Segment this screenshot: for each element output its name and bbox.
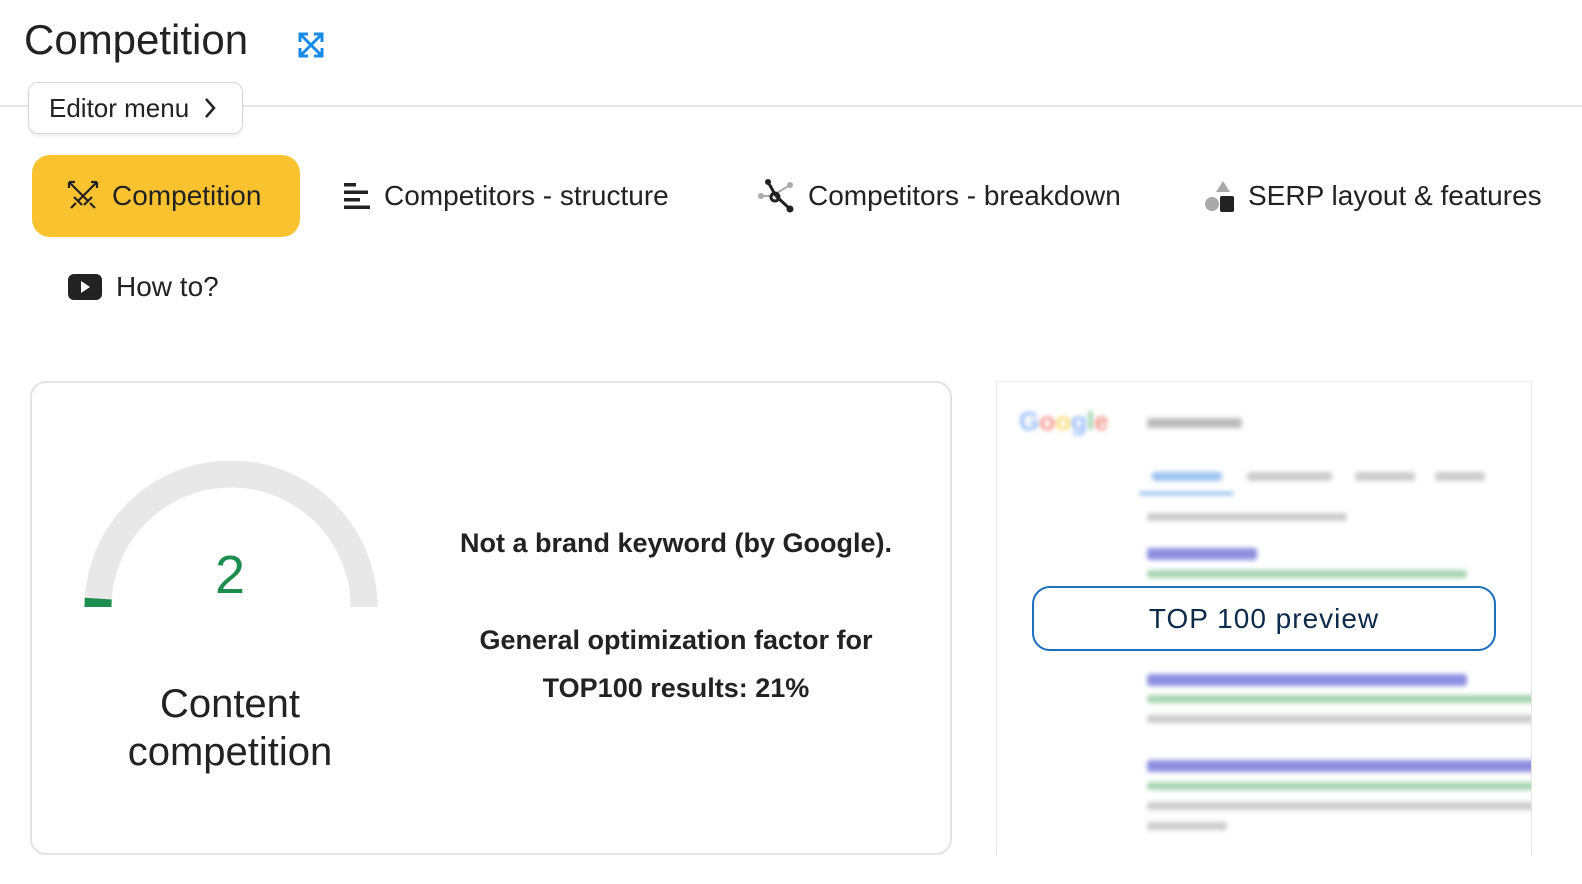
page-title: Competition: [24, 16, 249, 63]
tab-label: Competitors - breakdown: [808, 180, 1121, 211]
shapes-icon: [1205, 181, 1234, 212]
editor-menu-label: Editor menu: [49, 92, 190, 123]
how-to-label: How to?: [116, 271, 219, 302]
align-left-lines-icon: [344, 183, 370, 209]
optimization-factor-text: General optimization factor for TOP100 r…: [420, 616, 932, 712]
how-to-link[interactable]: How to?: [68, 266, 219, 308]
tab-label: Competitors - structure: [384, 180, 669, 211]
tab-label: Competition: [112, 180, 262, 211]
nodes-graph-icon: [758, 179, 794, 213]
gauge-label: Content competition: [127, 682, 333, 774]
editor-menu-button[interactable]: Editor menu: [28, 82, 243, 134]
tab-competitors-structure[interactable]: Competitors - structure: [342, 155, 669, 237]
tab-competition[interactable]: Competition: [32, 155, 300, 237]
tab-competitors-breakdown[interactable]: Competitors - breakdown: [756, 155, 1121, 237]
google-logo: Google: [1019, 406, 1109, 436]
crossed-swords-icon: [67, 180, 99, 209]
brand-keyword-text: Not a brand keyword (by Google).: [459, 528, 893, 558]
factor-line-2: TOP100 results: 21%: [542, 673, 810, 703]
factor-line-1: General optimization factor for: [479, 625, 873, 655]
tab-label: SERP layout & features: [1248, 180, 1542, 211]
chevron-right-icon: [205, 98, 216, 118]
tab-serp-layout[interactable]: SERP layout & features: [1204, 155, 1542, 237]
expand-arrows-icon[interactable]: [296, 30, 326, 60]
gauge-value: 2: [214, 545, 246, 605]
youtube-play-icon: [68, 274, 102, 300]
top-100-preview-button[interactable]: TOP 100 preview: [1032, 586, 1496, 651]
